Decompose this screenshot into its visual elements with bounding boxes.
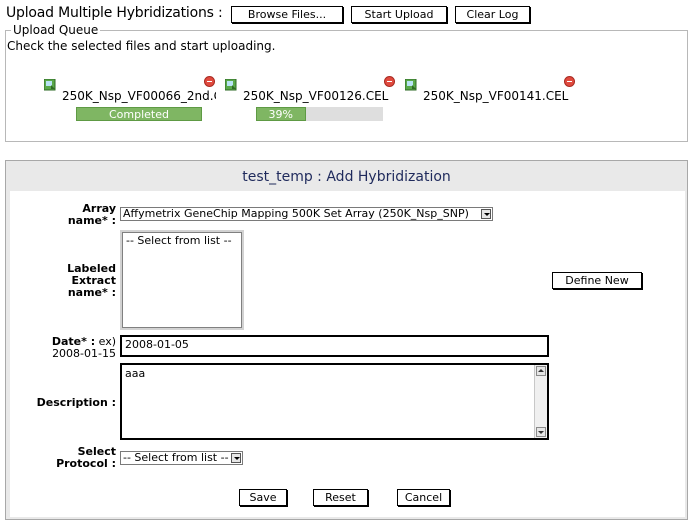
protocol-select[interactable]: -- Select from list --: [120, 451, 243, 465]
file-name: 250K_Nsp_VF00141.CEL: [423, 89, 569, 103]
upload-queue-message: Check the selected files and start uploa…: [7, 39, 276, 53]
array-name-value: Affymetrix GeneChip Mapping 500K Set Arr…: [123, 207, 469, 220]
file-name: 250K_Nsp_VF00126.CEL: [243, 89, 389, 103]
scrollbar[interactable]: [534, 365, 547, 438]
upload-file-icon: [404, 76, 417, 95]
array-name-select[interactable]: Affymetrix GeneChip Mapping 500K Set Arr…: [120, 207, 493, 221]
file-name: 250K_Nsp_VF00066_2nd.CEL: [62, 89, 216, 103]
list-item[interactable]: -- Select from list --: [126, 234, 238, 247]
date-label: Date* : ex) 2008-01-15: [51, 335, 116, 360]
progress-bar-fill: 39%: [256, 107, 306, 121]
define-new-button[interactable]: Define New: [552, 272, 642, 289]
upload-title: Upload Multiple Hybridizations :: [6, 5, 223, 21]
protocol-label: Select Protocol :: [56, 445, 116, 470]
progress-bar: 39%: [256, 107, 383, 121]
save-button[interactable]: Save: [239, 489, 287, 506]
description-label: Description :: [36, 396, 116, 409]
scroll-up-icon[interactable]: [536, 366, 546, 376]
progress-bar: Completed: [76, 107, 202, 121]
upload-file-icon: [224, 76, 237, 95]
extract-name-listbox[interactable]: -- Select from list --: [120, 230, 244, 330]
chevron-down-icon[interactable]: [481, 209, 491, 219]
array-name-label: Array name* :: [67, 202, 116, 227]
description-text: aaa: [125, 367, 146, 380]
panel-title: test_temp : Add Hybridization: [242, 169, 451, 185]
progress-status: 39%: [268, 108, 293, 121]
description-textarea[interactable]: aaa: [120, 363, 549, 440]
clear-log-button[interactable]: Clear Log: [455, 6, 530, 23]
upload-queue-legend: Upload Queue: [11, 23, 101, 37]
remove-file-icon[interactable]: [384, 76, 395, 87]
cancel-button[interactable]: Cancel: [397, 489, 450, 506]
scroll-down-icon[interactable]: [536, 427, 546, 437]
reset-button[interactable]: Reset: [313, 489, 368, 506]
progress-status: Completed: [109, 108, 169, 121]
remove-file-icon[interactable]: [564, 76, 575, 87]
date-field[interactable]: 2008-01-05: [120, 335, 549, 357]
extract-name-label: Labeled Extract name* :: [67, 262, 116, 299]
start-upload-button[interactable]: Start Upload: [351, 6, 447, 23]
remove-file-icon[interactable]: [204, 76, 215, 87]
browse-files-button[interactable]: Browse Files...: [231, 6, 343, 23]
protocol-value: -- Select from list --: [123, 451, 229, 464]
upload-file-icon: [43, 76, 56, 95]
progress-bar-fill: Completed: [76, 107, 202, 121]
chevron-down-icon[interactable]: [231, 453, 241, 463]
